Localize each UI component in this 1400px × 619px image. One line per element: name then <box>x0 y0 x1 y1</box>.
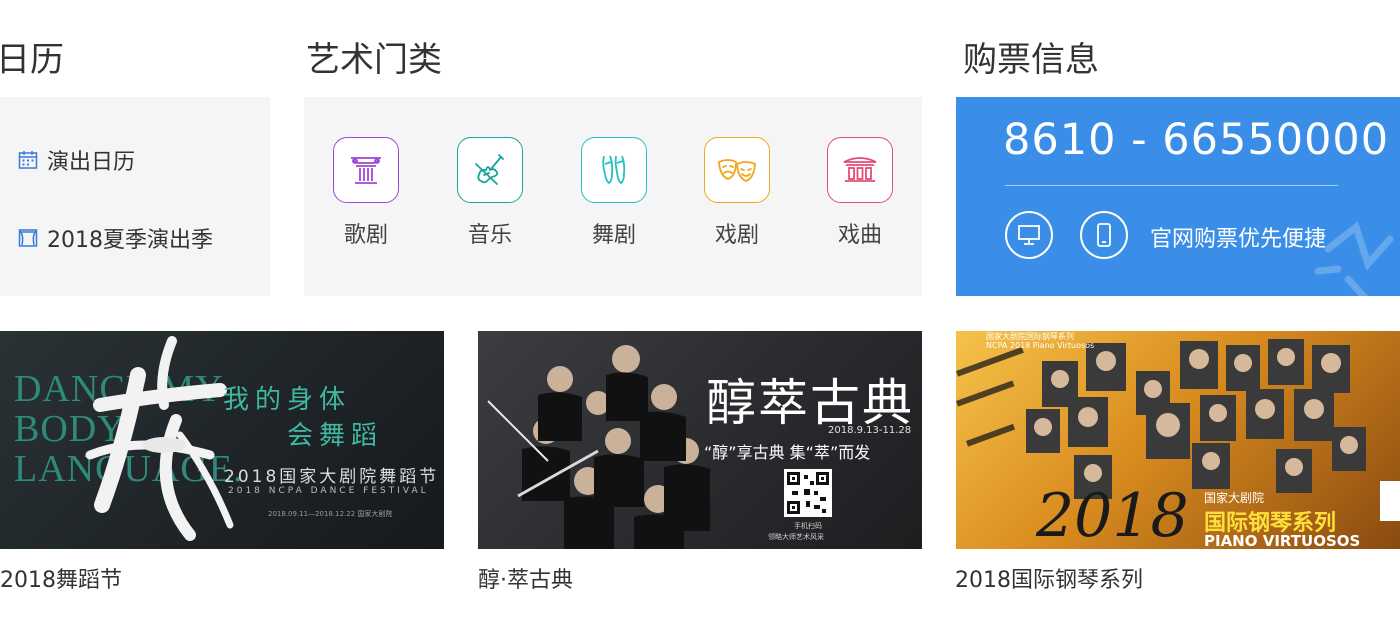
banner-classical-qr-caption2: 领略大师艺术风采 <box>768 533 824 541</box>
category-icon-frame <box>704 137 770 203</box>
category-label: 戏剧 <box>714 223 759 248</box>
banner-piano-top-en: NCPA 2018 Piano Virtuosos <box>986 341 1095 350</box>
category-label: 音乐 <box>467 223 512 248</box>
desktop-ticket-button[interactable] <box>1005 211 1053 259</box>
calendar-link-performance[interactable]: 演出日历 <box>18 144 135 176</box>
banner-classical-dates: 2018.9.13-11.28 <box>828 425 912 436</box>
banner-caption-piano[interactable]: 2018国际钢琴系列 <box>955 562 1143 594</box>
banner-piano-series[interactable]: 国家大剧院国际钢琴系列 NCPA 2018 Piano Virtuosos 20… <box>956 331 1400 549</box>
calendar-icon <box>18 151 38 169</box>
category-drama[interactable]: 戏剧 <box>697 137 777 249</box>
ballerina-brush-icon <box>85 336 234 541</box>
banner-dance-festival[interactable]: DANCE MY BODY LANGUAGE. 我的身体 会舞蹈 2018国家大… <box>0 331 444 549</box>
banner-dance-dates: 2018.09.11—2018.12.22 国家大剧院 <box>268 510 393 518</box>
opera-column-icon <box>351 157 381 184</box>
banner-dance-festival-en: 2018 NCPA DANCE FESTIVAL <box>228 486 429 496</box>
desktop-icon <box>1018 225 1040 245</box>
category-icon-frame <box>333 137 399 203</box>
musicians-collage-icon <box>487 345 710 549</box>
ticket-info-title: 购票信息 <box>963 40 1099 80</box>
category-icon-frame <box>581 137 647 203</box>
category-ballet[interactable]: 舞剧 <box>574 137 654 249</box>
calendar-link-summer-season[interactable]: 2018夏季演出季 <box>18 222 213 254</box>
category-icon-frame <box>827 137 893 203</box>
ticket-promo-text: 官网购票优先便捷 <box>1150 227 1327 252</box>
ticket-phone-number[interactable]: 8610 - 66550000 <box>1003 115 1389 165</box>
category-label: 舞剧 <box>591 223 636 248</box>
mobile-ticket-button[interactable] <box>1080 211 1128 259</box>
calendar-link-label: 2018夏季演出季 <box>47 228 213 253</box>
chinese-pavilion-icon <box>843 157 877 182</box>
banner-classical[interactable]: 醇萃古典 2018.9.13-11.28 “醇”享古典 集“萃”而发 手机扫码 … <box>478 331 922 549</box>
qr-code-icon <box>784 469 832 517</box>
banner-caption-dance[interactable]: 2018舞蹈节 <box>0 562 122 594</box>
banner-classical-qr-caption1: 手机扫码 <box>794 522 822 530</box>
calendar-title: 日历 <box>0 40 64 80</box>
violin-icon <box>475 154 504 185</box>
banner-classical-slogan: “醇”享古典 集“萃”而发 <box>704 443 871 462</box>
banner-caption-classical[interactable]: 醇·萃古典 <box>478 562 573 594</box>
banner-piano-year: 2018 <box>1036 481 1189 549</box>
art-category-title: 艺术门类 <box>306 40 442 80</box>
ticket-panel: 8610 - 66550000 官网购票优先便捷 <box>956 97 1400 296</box>
banner-piano-label1: 国家大剧院 <box>1204 491 1265 505</box>
ticket-divider <box>1005 185 1338 186</box>
category-label: 戏曲 <box>837 223 882 248</box>
stage-curtain-icon <box>18 229 38 247</box>
banner-dance-line2: 会舞蹈 <box>287 421 384 451</box>
banner-piano-label3: PIANO VIRTUOSOS <box>1204 532 1361 549</box>
ballet-shoes-icon <box>602 155 626 185</box>
drama-masks-icon <box>718 159 756 182</box>
banner-dance-festival-name: 2018国家大剧院舞蹈节 <box>224 467 440 487</box>
category-icon-frame <box>457 137 523 203</box>
banner-dance-line1: 我的身体 <box>223 385 352 415</box>
category-label: 歌剧 <box>343 223 388 248</box>
mobile-phone-icon <box>1097 223 1111 247</box>
calendar-link-label: 演出日历 <box>47 150 136 175</box>
category-chinese-opera[interactable]: 戏曲 <box>820 137 900 249</box>
category-music[interactable]: 音乐 <box>450 137 530 249</box>
calendar-panel: 演出日历 2018夏季演出季 <box>0 97 270 296</box>
art-category-panel: 歌剧 音乐 舞剧 戏剧 戏曲 <box>304 97 922 296</box>
category-opera[interactable]: 歌剧 <box>326 137 406 249</box>
